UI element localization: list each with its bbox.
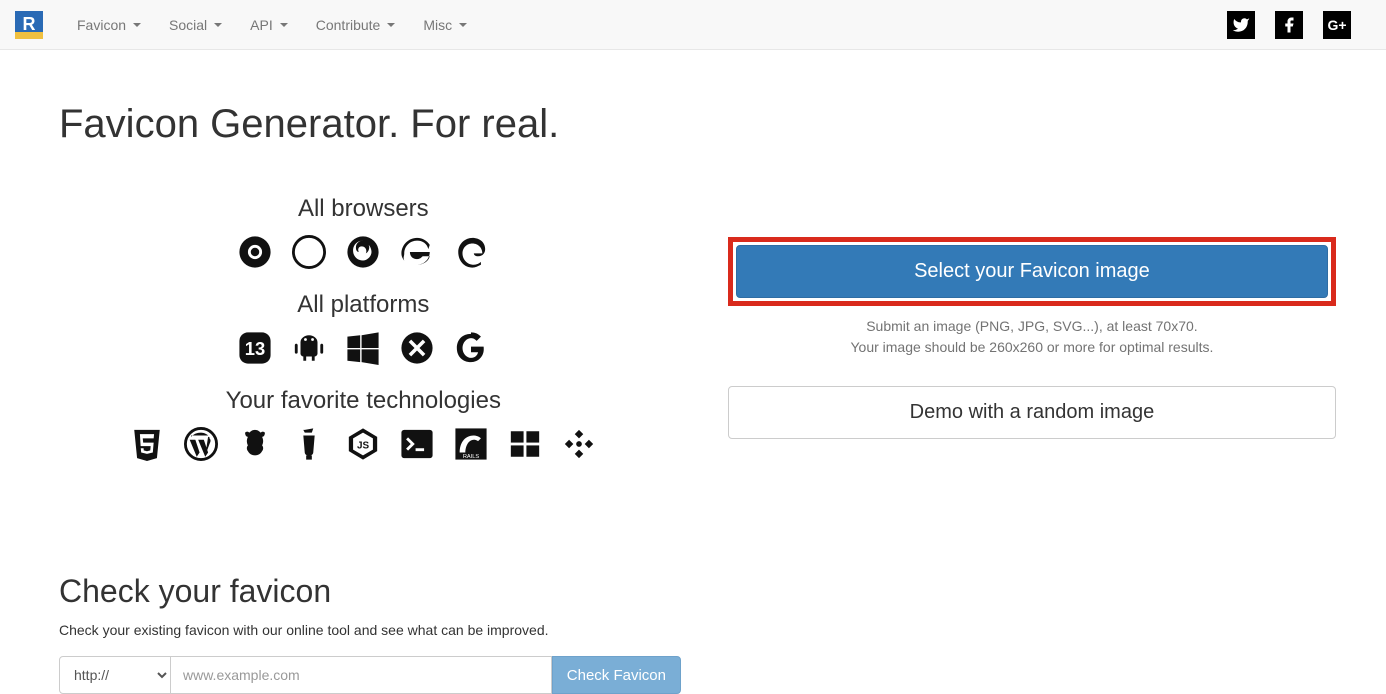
aspnet-icon: [508, 427, 542, 461]
facebook-icon[interactable]: [1275, 11, 1303, 39]
macos-icon: [400, 331, 434, 365]
check-form: http:// Check Favicon: [59, 656, 681, 694]
gulp-icon: [292, 427, 326, 461]
grunt-icon: [238, 427, 272, 461]
main-row: All browsers All platforms 13 Your favor…: [59, 187, 1327, 483]
svg-text:JS: JS: [357, 440, 370, 451]
scheme-select[interactable]: http://: [59, 656, 171, 694]
firefox-icon: [346, 235, 380, 269]
cli-icon: [400, 427, 434, 461]
platforms-heading: All platforms: [59, 291, 668, 319]
nav-item-favicon[interactable]: Favicon: [63, 2, 155, 48]
browsers-icons: [59, 235, 668, 269]
demo-button[interactable]: Demo with a random image: [728, 386, 1337, 439]
navbar: R Favicon Social API Contribute Misc G+: [0, 0, 1386, 50]
safari-icon: [292, 235, 326, 269]
nav-right: G+: [1227, 11, 1371, 39]
page-title: Favicon Generator. For real.: [59, 102, 1327, 147]
logo[interactable]: R: [15, 11, 43, 39]
check-desc: Check your existing favicon with our onl…: [59, 622, 1327, 638]
chrome-icon: [238, 235, 272, 269]
browsers-heading: All browsers: [59, 195, 668, 223]
main-container: Favicon Generator. For real. All browser…: [23, 102, 1363, 694]
caret-icon: [459, 23, 467, 27]
rails-icon: RAILS: [454, 427, 488, 461]
windows-icon: [346, 331, 380, 365]
nodejs-icon: JS: [346, 427, 380, 461]
caret-icon: [133, 23, 141, 27]
url-input[interactable]: [171, 656, 552, 694]
tech-icons: JS RAILS: [59, 427, 668, 461]
highlight-box: Select your Favicon image: [728, 237, 1337, 306]
nav-left: R Favicon Social API Contribute Misc: [15, 2, 481, 48]
help-line-1: Submit an image (PNG, JPG, SVG...), at l…: [728, 316, 1337, 337]
ie-icon: [400, 235, 434, 269]
help-text: Submit an image (PNG, JPG, SVG...), at l…: [728, 316, 1337, 358]
right-column: Select your Favicon image Submit an imag…: [728, 187, 1337, 483]
check-heading: Check your favicon: [59, 573, 1327, 610]
check-favicon-button[interactable]: Check Favicon: [552, 656, 681, 694]
wordpress-icon: [184, 427, 218, 461]
googleplus-icon[interactable]: G+: [1323, 11, 1351, 39]
select-favicon-button[interactable]: Select your Favicon image: [736, 245, 1329, 298]
nav-item-contribute[interactable]: Contribute: [302, 2, 410, 48]
caret-icon: [280, 23, 288, 27]
platforms-icons: 13: [59, 331, 668, 365]
nav-item-misc[interactable]: Misc: [409, 2, 481, 48]
help-line-2: Your image should be 260x260 or more for…: [728, 337, 1337, 358]
svg-text:13: 13: [245, 338, 265, 359]
ios-icon: 13: [238, 331, 272, 365]
html5-icon: [130, 427, 164, 461]
nav-item-social[interactable]: Social: [155, 2, 236, 48]
edge-icon: [454, 235, 488, 269]
android-icon: [292, 331, 326, 365]
caret-icon: [214, 23, 222, 27]
gwt-icon: [562, 427, 596, 461]
svg-text:RAILS: RAILS: [463, 454, 480, 460]
nav-item-api[interactable]: API: [236, 2, 302, 48]
caret-icon: [387, 23, 395, 27]
tech-heading: Your favorite technologies: [59, 387, 668, 415]
left-column: All browsers All platforms 13 Your favor…: [59, 187, 668, 483]
twitter-icon[interactable]: [1227, 11, 1255, 39]
google-icon: [454, 331, 488, 365]
